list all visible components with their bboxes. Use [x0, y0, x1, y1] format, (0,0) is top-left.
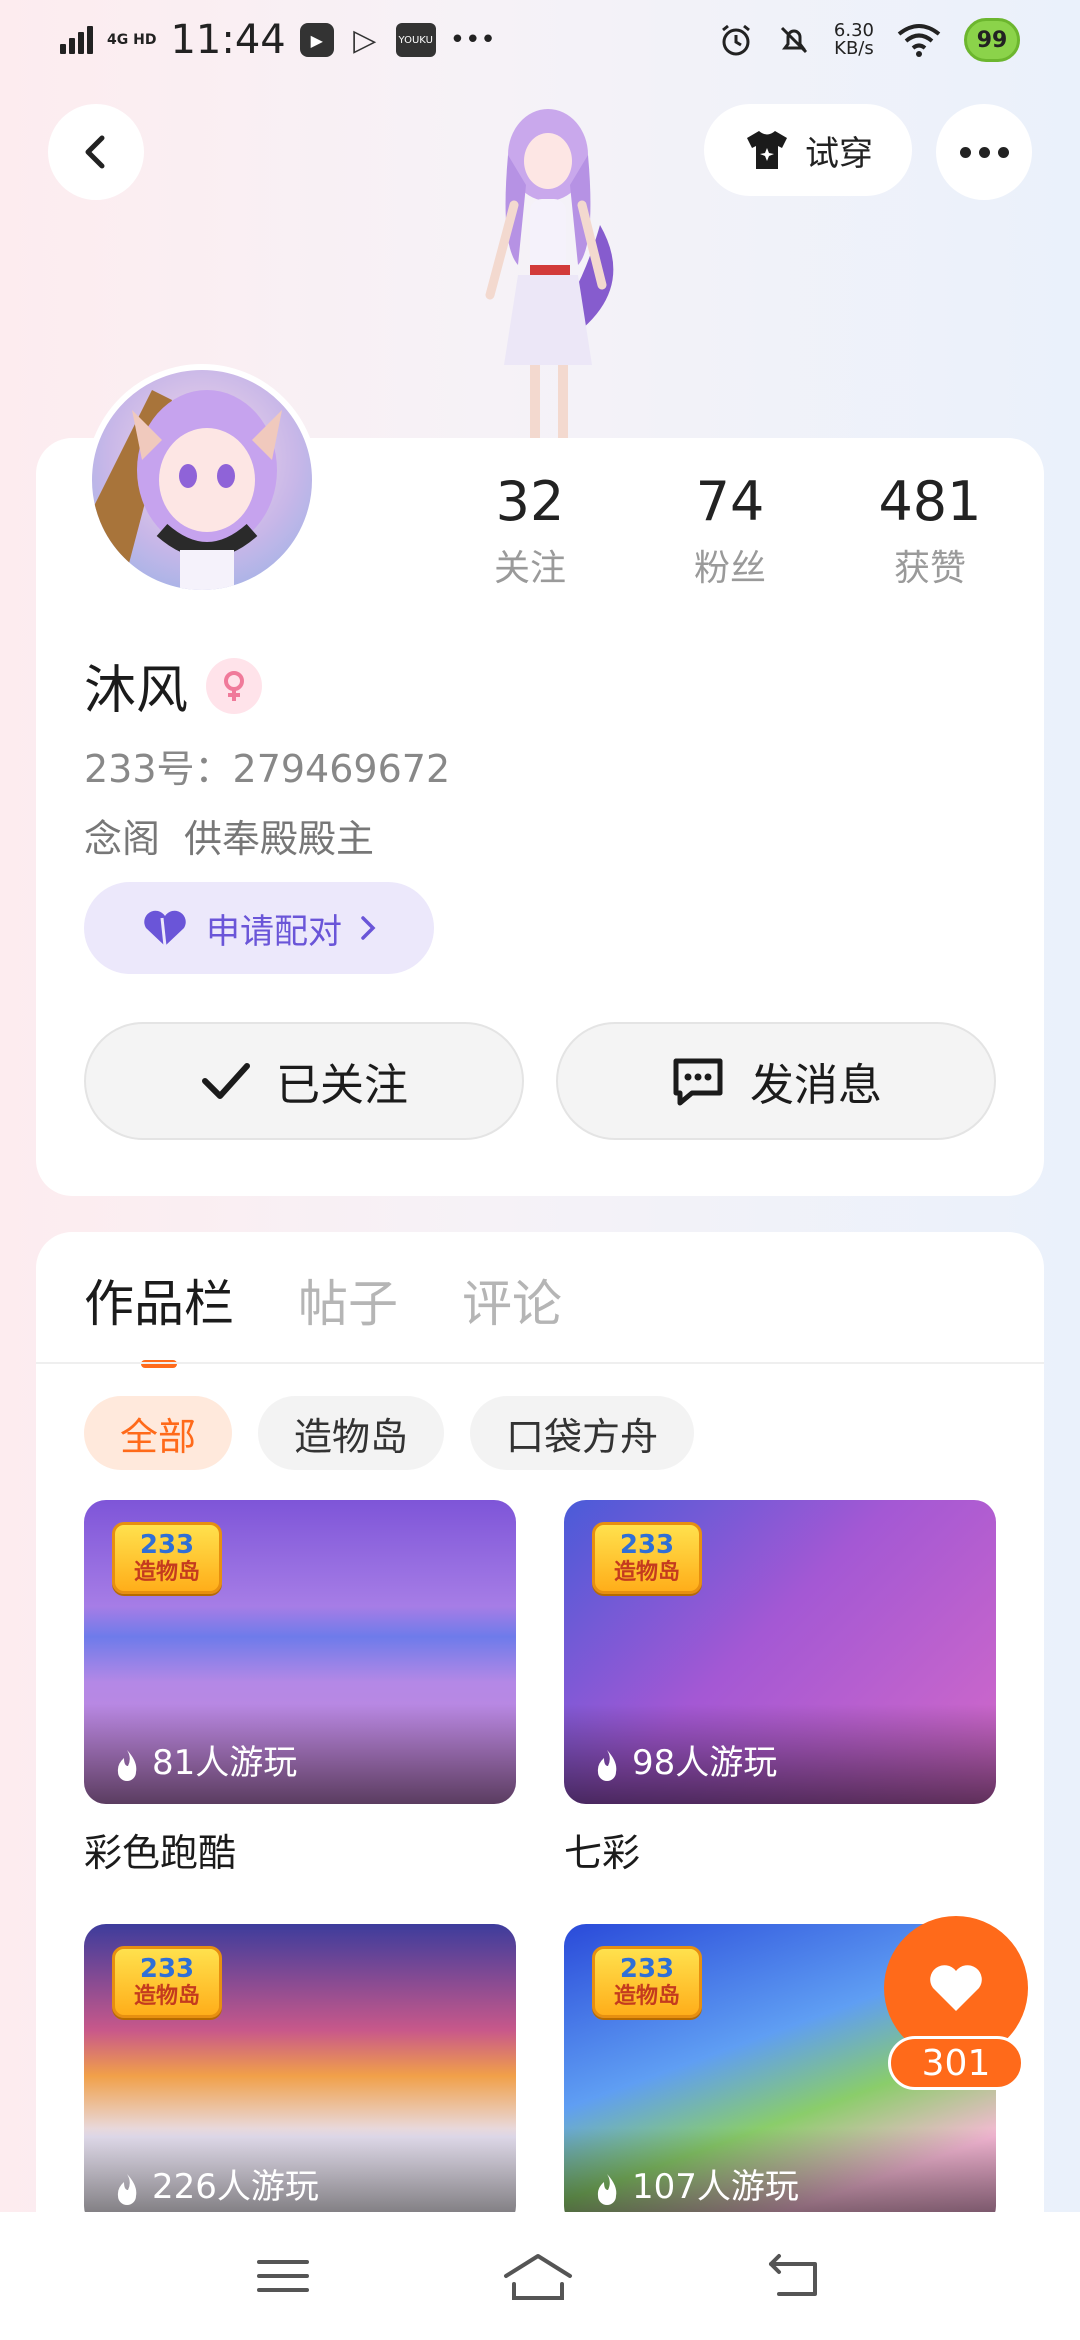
- stat-label: 粉丝: [693, 548, 766, 589]
- play-count-text: 107人游玩: [632, 2167, 799, 2207]
- stat-likes[interactable]: 481 获赞: [840, 470, 1020, 591]
- checkmark-icon: [202, 1063, 250, 1099]
- more-dot-icon: [997, 146, 1009, 158]
- avatar[interactable]: [86, 364, 318, 596]
- avatar-illustration: [92, 390, 282, 590]
- game-card[interactable]: 233 造物岛 226人游玩: [84, 1924, 516, 2228]
- stat-followers[interactable]: 74 粉丝: [640, 470, 820, 591]
- play-count-text: 98人游玩: [632, 1743, 778, 1783]
- game-title[interactable]: 彩色跑酷: [84, 1822, 236, 1877]
- stat-value: 32: [495, 470, 565, 533]
- creation-island-logo: 233 造物岛: [112, 1522, 222, 1594]
- play-count: 81人游玩: [84, 1704, 516, 1804]
- tab-divider: [36, 1362, 1044, 1364]
- youku-app-icon: YOUKU: [395, 23, 436, 57]
- media-app-icon: ▶: [299, 23, 334, 57]
- game-title[interactable]: 七彩: [564, 1822, 640, 1877]
- logo-text: 造物岛: [133, 1984, 200, 2009]
- user-id: 233号：279469672: [84, 747, 451, 791]
- logo-text: 233: [139, 1530, 195, 1560]
- menu-icon[interactable]: [255, 2254, 311, 2298]
- like-count: 301: [888, 2036, 1024, 2090]
- stat-label: 获赞: [893, 548, 966, 589]
- try-on-label: 试穿: [805, 133, 873, 174]
- creation-island-logo: 233 造物岛: [112, 1946, 222, 2018]
- chat-bubble-icon: [673, 1058, 723, 1106]
- more-notifications-icon: •••: [449, 25, 496, 55]
- stat-value: 74: [695, 470, 765, 533]
- username-text: 沐风: [84, 661, 189, 721]
- flame-icon: [117, 2174, 137, 2205]
- more-dot-icon: [978, 146, 990, 158]
- logo-text: 造物岛: [613, 1984, 680, 2009]
- battery-indicator: 99: [964, 18, 1020, 62]
- home-icon[interactable]: [502, 2250, 574, 2302]
- clock: 11:44: [170, 17, 286, 63]
- title-guild: 念阁: [84, 817, 161, 861]
- send-message-label: 发消息: [750, 1060, 882, 1111]
- creation-island-logo: 233 造物岛: [592, 1946, 702, 2018]
- tab-comments[interactable]: 评论: [462, 1264, 562, 1368]
- request-pair-label: 申请配对: [206, 911, 342, 952]
- alarm-icon: [721, 24, 750, 56]
- send-message-button[interactable]: 发消息: [556, 1022, 996, 1140]
- female-gender-icon: [206, 657, 263, 714]
- flame-icon: [597, 1750, 617, 1781]
- game-card[interactable]: 233 造物岛 81人游玩: [84, 1500, 516, 1804]
- stat-value: 481: [878, 470, 982, 533]
- followed-button[interactable]: 已关注: [84, 1022, 524, 1140]
- more-options-button[interactable]: [936, 104, 1032, 200]
- chevron-left-icon: [85, 135, 105, 169]
- game-card[interactable]: 233 造物岛 98人游玩: [564, 1500, 996, 1804]
- chip-pocket-ark[interactable]: 口袋方舟: [470, 1396, 695, 1470]
- flame-icon: [117, 1750, 137, 1781]
- tab-posts[interactable]: 帖子: [298, 1264, 398, 1368]
- play-count-text: 226人游玩: [152, 2167, 319, 2207]
- title-role: 供奉殿殿主: [184, 817, 375, 861]
- user-titles: 念阁 供奉殿殿主: [84, 808, 374, 863]
- network-type: 4G HD: [107, 32, 157, 48]
- network-speed: 6.30 KB/s: [834, 22, 874, 58]
- logo-text: 233: [619, 1530, 675, 1560]
- play-app-icon: ▷: [353, 22, 377, 58]
- content-tabs: 作品栏 帖子 评论: [84, 1264, 562, 1368]
- mute-bell-icon: [780, 26, 807, 54]
- more-dot-icon: [959, 146, 971, 158]
- logo-text: 造物岛: [613, 1560, 680, 1585]
- wifi-icon: [897, 24, 941, 57]
- logo-text: 造物岛: [133, 1560, 200, 1585]
- character-model-image: [485, 109, 614, 440]
- status-bar-left: 4G HD 11:44 ▶ ▷ YOUKU •••: [60, 17, 496, 63]
- signal-icon: [60, 26, 93, 54]
- tshirt-icon: [747, 131, 787, 169]
- filter-chips: 全部 造物岛 口袋方舟: [84, 1396, 695, 1470]
- heart-icon: [930, 1965, 982, 2011]
- play-count: 98人游玩: [564, 1704, 996, 1804]
- play-count-text: 81人游玩: [152, 1743, 298, 1783]
- request-pair-button[interactable]: 申请配对: [84, 882, 434, 974]
- system-nav-bar: [0, 2212, 1080, 2340]
- tab-works[interactable]: 作品栏: [84, 1264, 234, 1368]
- chevron-right-icon: [361, 916, 376, 940]
- back-button[interactable]: [48, 104, 144, 200]
- back-nav-icon[interactable]: [765, 2252, 825, 2300]
- creation-island-logo: 233 造物岛: [592, 1522, 702, 1594]
- logo-text: 233: [139, 1954, 195, 1984]
- status-bar: 4G HD 11:44 ▶ ▷ YOUKU ••• 6.30 KB/s 99: [0, 0, 1080, 80]
- stat-following[interactable]: 32 关注: [440, 470, 620, 591]
- speed-unit: KB/s: [834, 38, 874, 59]
- stat-label: 关注: [493, 548, 566, 589]
- username: 沐风: [84, 648, 263, 723]
- status-bar-right: 6.30 KB/s 99: [718, 18, 1020, 62]
- followed-label: 已关注: [276, 1060, 408, 1111]
- heart-icon: [144, 910, 186, 947]
- flame-icon: [597, 2174, 617, 2205]
- logo-text: 233: [619, 1954, 675, 1984]
- try-on-button[interactable]: 试穿: [704, 104, 912, 196]
- profile-stats: 32 关注 74 粉丝 481 获赞: [440, 470, 1020, 591]
- chip-creation-island[interactable]: 造物岛: [258, 1396, 445, 1470]
- chip-all[interactable]: 全部: [84, 1396, 233, 1470]
